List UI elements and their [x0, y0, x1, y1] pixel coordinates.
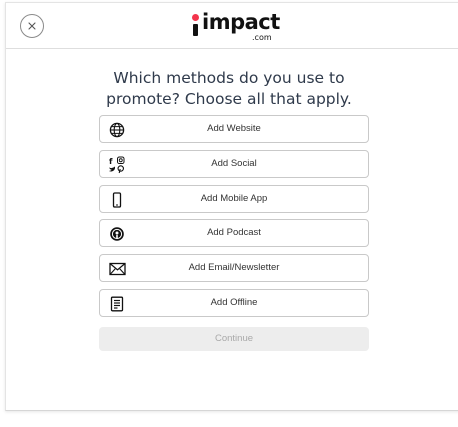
add-email-newsletter-button[interactable]: Add Email/Newsletter: [99, 254, 369, 282]
add-website-label: Add Website: [207, 123, 261, 134]
page-title-line-2: promote? Choose all that apply.: [106, 90, 352, 108]
add-offline-label: Add Offline: [210, 297, 258, 308]
add-website-button[interactable]: Add Website: [99, 115, 369, 143]
add-offline-button[interactable]: Add Offline: [99, 289, 369, 317]
add-mobile-app-label: Add Mobile App: [200, 193, 268, 204]
page-title-line-1: Which methods do you use to: [113, 69, 345, 87]
add-mobile-app-button[interactable]: Add Mobile App: [99, 185, 369, 213]
logo-suffix: .com: [252, 33, 272, 42]
continue-button[interactable]: Continue: [99, 327, 369, 351]
page: impact .com Which methods do you use to …: [0, 0, 458, 427]
page-title: Which methods do you use to promote? Cho…: [0, 68, 458, 110]
add-podcast-label: Add Podcast: [207, 227, 261, 238]
logo-wordmark: impact: [202, 10, 280, 34]
add-email-newsletter-label: Add Email/Newsletter: [188, 262, 280, 273]
modal-header: impact .com: [6, 3, 458, 49]
add-podcast-button[interactable]: Add Podcast: [99, 219, 369, 247]
add-social-label: Add Social: [211, 158, 257, 169]
logo-dot: [192, 14, 199, 21]
close-icon: [28, 22, 36, 30]
close-button[interactable]: [20, 14, 44, 38]
impact-logo: impact .com: [192, 10, 282, 45]
logo-i-stem: [193, 24, 198, 36]
add-social-button[interactable]: f Add Social: [99, 150, 369, 178]
